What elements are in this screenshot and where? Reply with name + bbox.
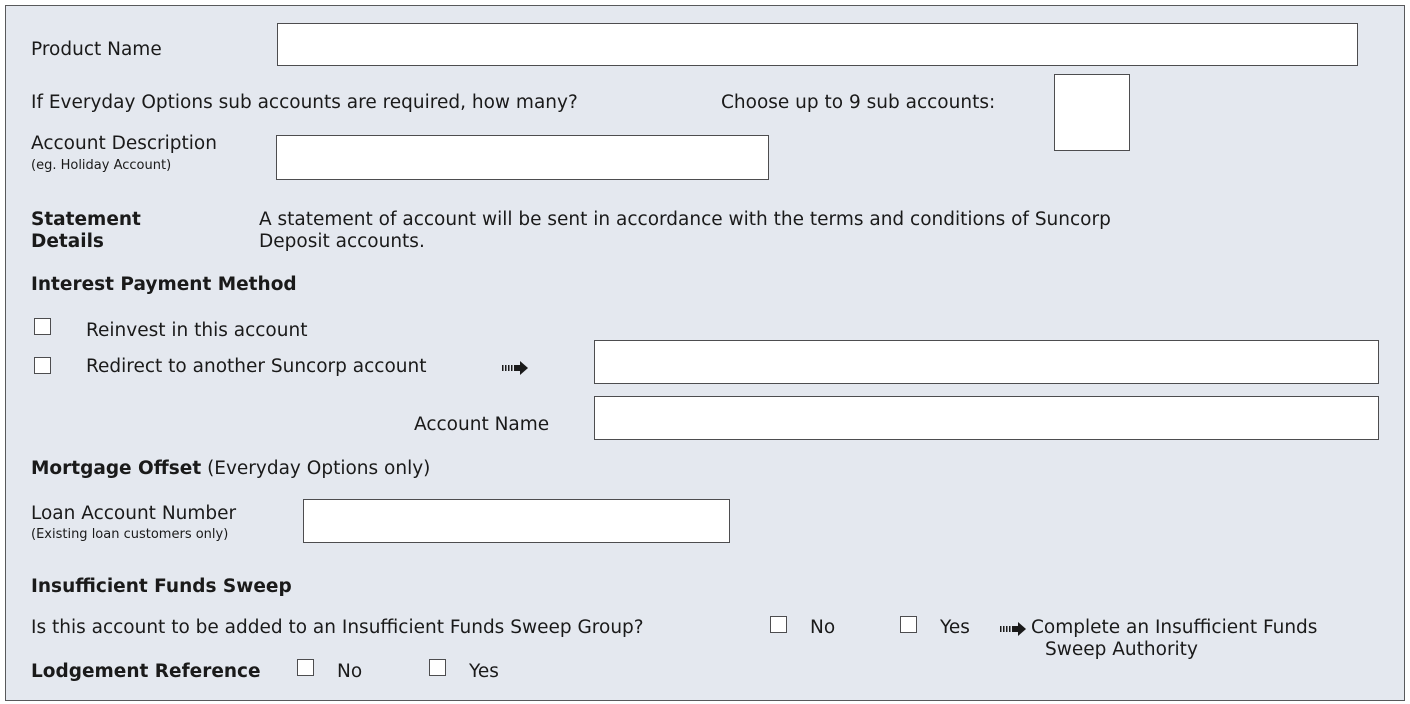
account-name-label: Account Name <box>414 414 550 435</box>
redirect-account-field[interactable] <box>594 340 1379 384</box>
sweep-yes-checkbox[interactable] <box>900 616 917 633</box>
account-description-hint: (eg. Holiday Account) <box>31 158 172 173</box>
statement-text-line2: Deposit accounts. <box>259 231 425 252</box>
sweep-instruction-line2: Sweep Authority <box>1045 639 1198 660</box>
product-name-label: Product Name <box>31 39 162 60</box>
mortgage-heading-note: (Everyday Options only) <box>207 458 431 479</box>
lodgement-yes-checkbox[interactable] <box>429 659 446 676</box>
sweep-heading: Insufficient Funds Sweep <box>31 576 292 597</box>
statement-heading-line1: Statement <box>31 209 141 230</box>
redirect-checkbox[interactable] <box>34 357 51 374</box>
arrow-right-icon <box>502 361 528 375</box>
statement-text-line1: A statement of account will be sent in a… <box>259 209 1111 230</box>
account-description-field[interactable] <box>276 135 769 180</box>
mortgage-heading: Mortgage Offset <box>31 458 202 479</box>
account-name-field[interactable] <box>594 396 1379 440</box>
lodgement-no-checkbox[interactable] <box>297 659 314 676</box>
reinvest-label: Reinvest in this account <box>86 320 308 341</box>
redirect-label: Redirect to another Suncorp account <box>86 356 427 377</box>
sweep-instruction-line1: Complete an Insufficient Funds <box>1031 617 1318 638</box>
lodgement-heading: Lodgement Reference <box>31 661 261 682</box>
reinvest-checkbox[interactable] <box>34 318 51 335</box>
sub-accounts-count-field[interactable] <box>1054 74 1130 151</box>
lodgement-yes-label: Yes <box>469 661 499 682</box>
interest-heading: Interest Payment Method <box>31 274 297 295</box>
product-name-field[interactable] <box>277 23 1358 66</box>
sub-accounts-question: If Everyday Options sub accounts are req… <box>31 92 578 113</box>
loan-account-label: Loan Account Number <box>31 503 237 524</box>
mortgage-heading-row: Mortgage Offset (Everyday Options only) <box>31 458 430 480</box>
account-description-label: Account Description <box>31 133 217 154</box>
sweep-no-label: No <box>810 617 836 638</box>
loan-account-hint: (Existing loan customers only) <box>31 527 229 542</box>
sweep-yes-label: Yes <box>940 617 970 638</box>
sub-accounts-choose-label: Choose up to 9 sub accounts: <box>721 92 996 113</box>
lodgement-no-label: No <box>337 661 363 682</box>
sweep-no-checkbox[interactable] <box>770 616 787 633</box>
loan-account-field[interactable] <box>303 499 730 543</box>
sweep-question: Is this account to be added to an Insuff… <box>31 617 644 638</box>
arrow-right-icon <box>1000 622 1026 636</box>
statement-heading-line2: Details <box>31 231 104 252</box>
account-details-form: Product Name If Everyday Options sub acc… <box>5 5 1405 701</box>
